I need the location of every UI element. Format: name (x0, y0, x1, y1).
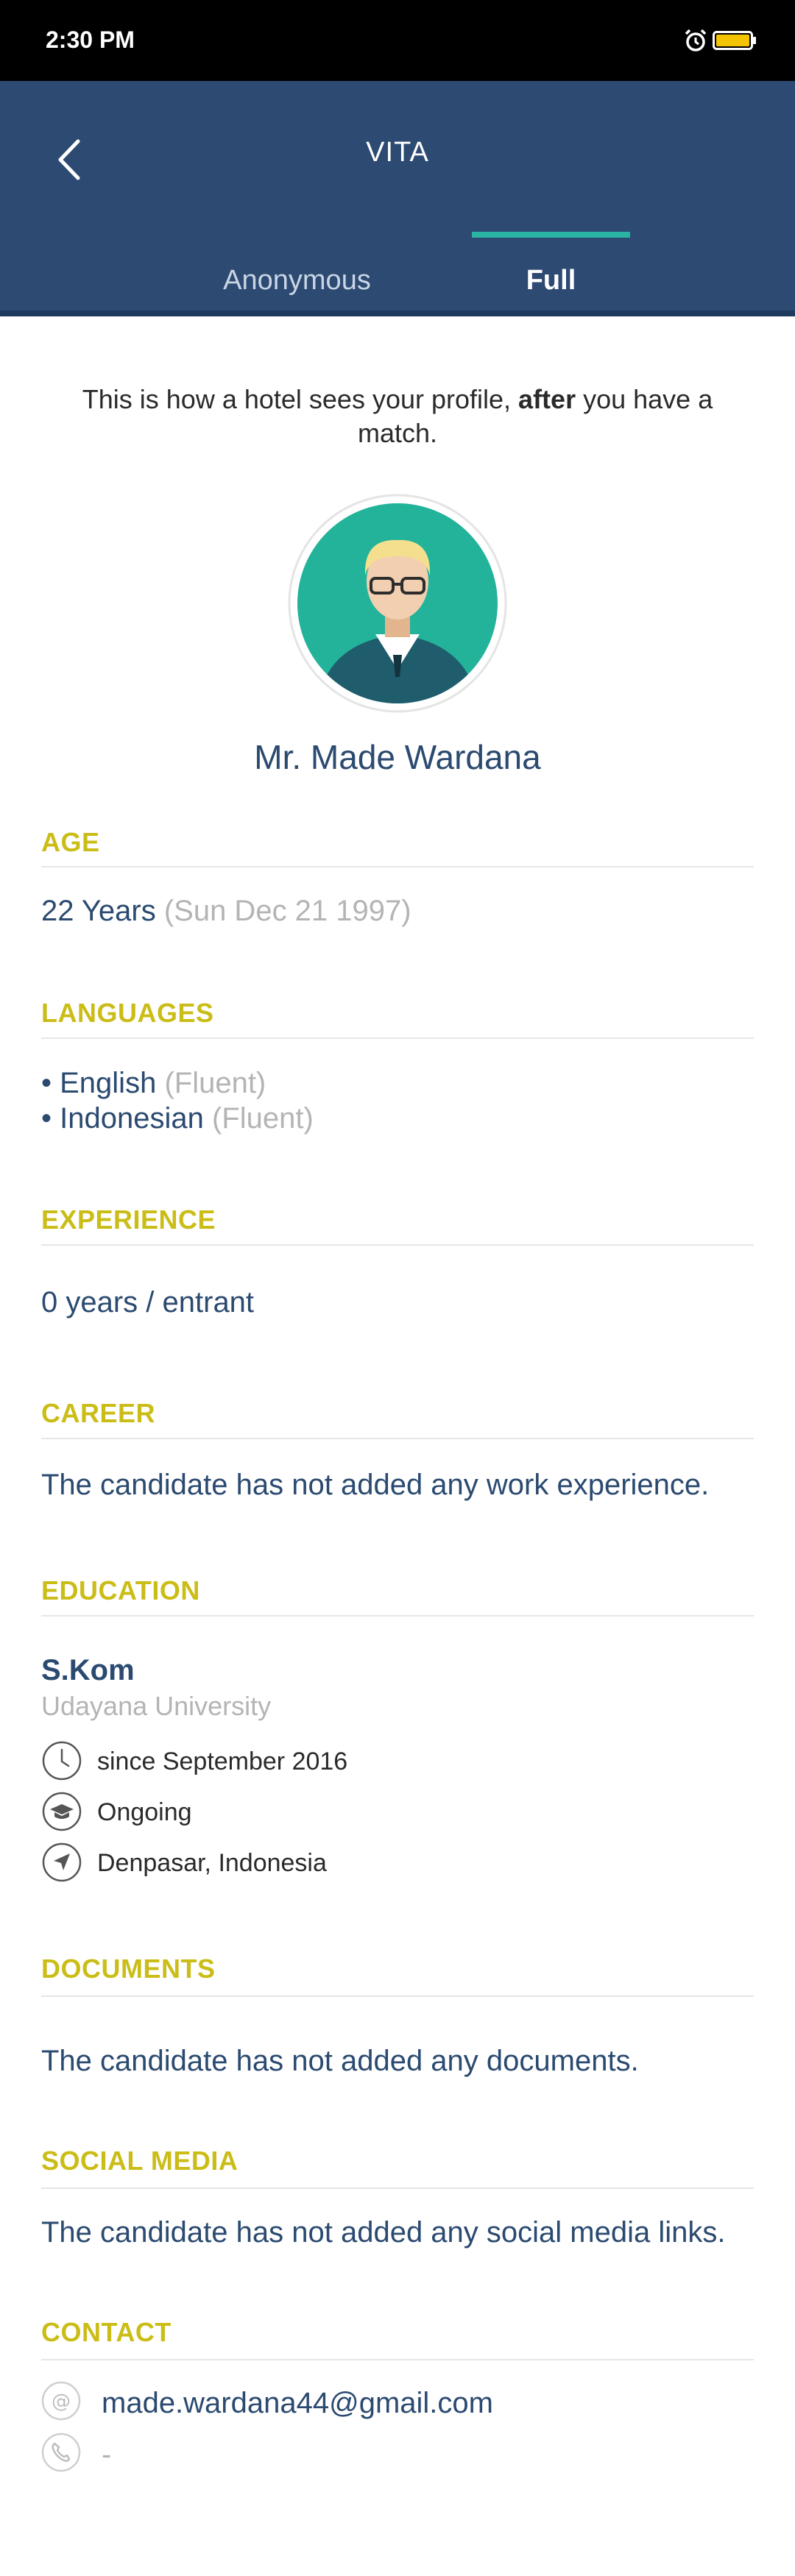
language-item: • Indonesian (Fluent) (41, 1102, 314, 1135)
education-since: since September 2016 (97, 1748, 348, 1775)
experience-value: 0 years / entrant (41, 1286, 255, 1319)
tab-bar: Anonymous Full (0, 243, 795, 316)
education-school: Udayana University (41, 1691, 272, 1721)
language-level: (Fluent) (164, 1067, 266, 1099)
contact-email[interactable]: made.wardana44@gmail.com (102, 2387, 493, 2420)
clock-icon (42, 1741, 82, 1781)
language-item: • English (Fluent) (41, 1067, 266, 1100)
education-degree: S.Kom (41, 1654, 135, 1686)
divider (41, 2188, 754, 2189)
age-years: 22 Years (41, 895, 156, 927)
section-title-documents: DOCUMENTS (41, 1954, 216, 1984)
intro-before: This is how a hotel sees your profile, (82, 384, 519, 414)
divider (41, 1037, 754, 1039)
battery-icon (713, 31, 756, 50)
divider (41, 1615, 754, 1617)
divider (41, 1995, 754, 1997)
phone-icon (41, 2433, 81, 2472)
app-header: VITA Anonymous Full (0, 81, 795, 316)
language-name: • English (41, 1067, 157, 1099)
active-tab-indicator (472, 232, 630, 238)
section-title-contact: CONTACT (41, 2317, 172, 2347)
section-title-languages: LANGUAGES (41, 998, 214, 1028)
age-value: 22 Years (Sun Dec 21 1997) (41, 895, 411, 928)
education-status: Ongoing (97, 1798, 192, 1826)
alarm-icon (685, 29, 707, 52)
section-title-career: CAREER (41, 1398, 156, 1428)
svg-text:@: @ (52, 2391, 71, 2413)
section-title-education: EDUCATION (41, 1575, 200, 1605)
contact-phone[interactable]: - (102, 2438, 111, 2472)
intro-emphasis: after (518, 384, 576, 414)
status-bar: 2:30 PM (0, 0, 795, 81)
education-location: Denpasar, Indonesia (97, 1849, 327, 1877)
avatar-icon (288, 494, 507, 713)
documents-value: The candidate has not added any document… (41, 2045, 639, 2077)
social-media-value: The candidate has not added any social m… (41, 2216, 726, 2249)
age-birthdate: (Sun Dec 21 1997) (163, 895, 411, 927)
navigation-arrow-icon (42, 1842, 82, 1882)
divider (41, 2359, 754, 2360)
career-value: The candidate has not added any work exp… (41, 1469, 710, 1501)
divider (41, 1438, 754, 1439)
language-level: (Fluent) (211, 1102, 314, 1135)
section-title-experience: EXPERIENCE (41, 1204, 216, 1235)
status-time: 2:30 PM (46, 26, 135, 53)
header-border (0, 311, 795, 316)
section-title-age: AGE (41, 827, 100, 857)
intro-text: This is how a hotel sees your profile, a… (59, 383, 736, 450)
language-name: • Indonesian (41, 1102, 204, 1135)
divider (41, 1244, 754, 1246)
at-sign-icon: @ (41, 2381, 81, 2421)
tab-full[interactable]: Full (472, 243, 630, 316)
divider (41, 866, 754, 867)
profile-name: Mr. Made Wardana (254, 738, 541, 776)
graduation-cap-icon (42, 1792, 82, 1831)
page-title: VITA (366, 137, 429, 168)
section-title-social-media: SOCIAL MEDIA (41, 2146, 239, 2176)
tab-anonymous[interactable]: Anonymous (218, 243, 376, 316)
